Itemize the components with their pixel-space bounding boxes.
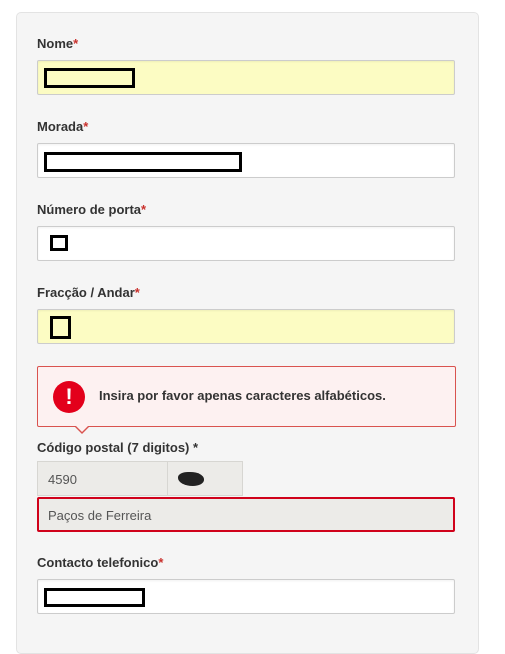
required-asterisk: * xyxy=(83,119,89,134)
telefone-input[interactable] xyxy=(37,579,455,614)
city-value: Paços de Ferreira xyxy=(48,508,152,523)
required-asterisk: * xyxy=(158,555,164,570)
required-asterisk: * xyxy=(189,440,199,455)
redacted-block xyxy=(50,235,68,251)
redacted-block xyxy=(50,316,71,339)
nome-input[interactable] xyxy=(37,60,455,95)
required-asterisk: * xyxy=(134,285,140,300)
redacted-block xyxy=(44,152,242,172)
required-asterisk: * xyxy=(73,36,79,51)
morada-input[interactable] xyxy=(37,143,455,178)
error-message: Insira por favor apenas caracteres alfab… xyxy=(99,388,386,403)
fraccao-label: Fracção / Andar* xyxy=(37,285,140,300)
porta-label: Número de porta* xyxy=(37,202,147,217)
porta-input[interactable] xyxy=(37,226,455,261)
postal-label: Código postal (7 digitos) * xyxy=(37,440,199,455)
validation-error-alert: ! Insira por favor apenas caracteres alf… xyxy=(37,366,456,434)
nome-label: Nome* xyxy=(37,36,79,51)
postal-suffix-input[interactable] xyxy=(168,461,243,496)
telefone-label: Contacto telefonico* xyxy=(37,555,164,570)
postal-prefix-value: 4590 xyxy=(48,472,77,487)
fraccao-input[interactable] xyxy=(37,309,455,344)
city-field[interactable]: Paços de Ferreira xyxy=(37,497,455,532)
morada-label: Morada* xyxy=(37,119,89,134)
redacted-block xyxy=(44,588,145,607)
error-icon: ! xyxy=(53,381,85,413)
required-asterisk: * xyxy=(141,202,147,217)
alert-pointer xyxy=(74,425,90,434)
postal-prefix-input[interactable]: 4590 xyxy=(37,461,168,496)
redacted-block xyxy=(44,68,135,88)
scribbled-redaction xyxy=(178,472,204,486)
